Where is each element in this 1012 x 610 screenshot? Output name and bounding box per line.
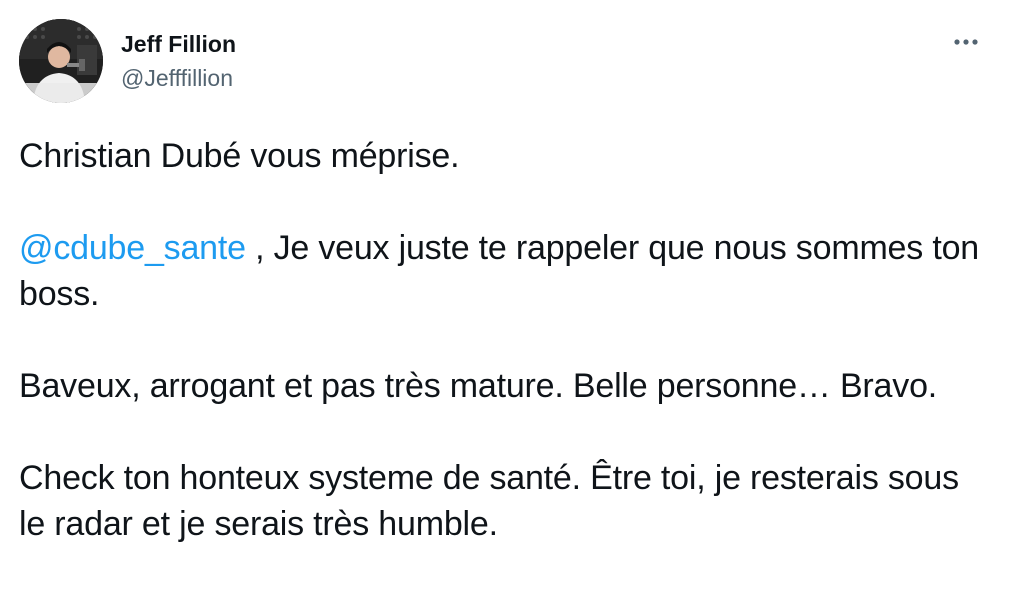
tweet-paragraph: @cdube_sante , Je veux juste te rappeler… [19, 225, 994, 317]
more-options-button[interactable] [945, 28, 987, 56]
tweet-card: Jeff Fillion @Jefffillion Christian Dubé… [0, 0, 1012, 610]
avatar[interactable] [19, 19, 103, 103]
mention-link[interactable]: @cdube_sante [19, 229, 246, 267]
profile-photo-icon [19, 19, 103, 103]
tweet-paragraph: Check ton honteux systeme de santé. Être… [19, 459, 959, 543]
tweet-paragraph: Christian Dubé vous méprise. [19, 137, 460, 175]
author-handle[interactable]: @Jefffillion [121, 64, 233, 92]
more-horizontal-icon [954, 39, 978, 45]
tweet-paragraph: Baveux, arrogant et pas très mature. Bel… [19, 367, 938, 405]
tweet-text: Christian Dubé vous méprise. @cdube_sant… [19, 133, 994, 593]
author-display-name[interactable]: Jeff Fillion [121, 30, 236, 58]
